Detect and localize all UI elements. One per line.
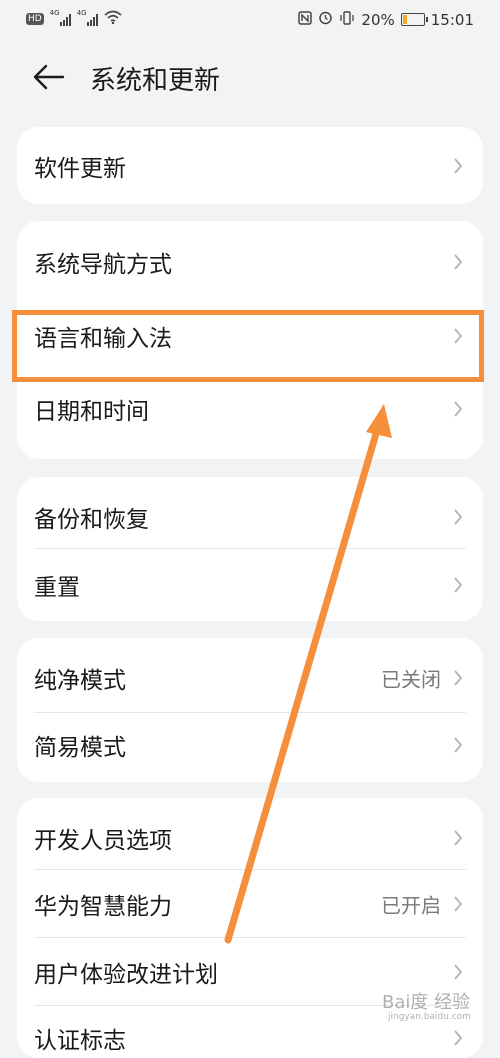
chevron-right-icon xyxy=(454,670,463,686)
signal-sim2-icon: 4G xyxy=(77,9,98,26)
settings-item-value: 已关闭 xyxy=(381,667,441,692)
chevron-right-icon xyxy=(454,401,463,417)
settings-item-reset[interactable]: 重置 xyxy=(17,549,483,621)
nfc-icon xyxy=(298,10,313,29)
settings-item-label: 认证标志 xyxy=(34,1028,126,1054)
wifi-icon xyxy=(104,10,122,28)
back-arrow-icon[interactable] xyxy=(32,62,66,92)
settings-item-label: 用户体验改进计划 xyxy=(34,962,218,988)
section-software-update: 软件更新 xyxy=(17,127,483,204)
chevron-right-icon xyxy=(454,577,463,593)
chevron-right-icon xyxy=(454,1030,463,1046)
alarm-icon xyxy=(318,10,333,29)
vibrate-icon xyxy=(339,10,355,29)
status-bar-right: 20% 15:01 xyxy=(298,10,474,29)
settings-item-date-time[interactable]: 日期和时间 xyxy=(17,369,483,459)
settings-item-developer-options[interactable]: 开发人员选项 xyxy=(17,798,483,870)
chevron-right-icon xyxy=(454,896,463,912)
watermark: Bai度 经验 jingyan.baidu.com xyxy=(382,988,492,1028)
settings-item-huawei-ai[interactable]: 华为智慧能力 已开启 xyxy=(17,870,483,938)
status-bar: HD 4G 4G 20% 15:01 xyxy=(0,0,500,38)
page-title: 系统和更新 xyxy=(90,66,221,96)
settings-item-pure-mode[interactable]: 纯净模式 已关闭 xyxy=(17,638,483,713)
settings-item-label: 备份和恢复 xyxy=(34,507,149,533)
header: 系统和更新 xyxy=(0,50,500,106)
chevron-right-icon xyxy=(454,737,463,753)
settings-item-backup-restore[interactable]: 备份和恢复 xyxy=(17,477,483,549)
status-bar-left: HD 4G 4G xyxy=(26,9,122,28)
chevron-right-icon xyxy=(454,254,463,270)
hd-badge: HD xyxy=(26,13,44,25)
chevron-right-icon xyxy=(454,509,463,525)
settings-item-label: 华为智慧能力 xyxy=(34,894,172,920)
watermark-logo: Bai度 经验 xyxy=(382,992,471,1013)
settings-item-label: 系统导航方式 xyxy=(34,252,172,278)
watermark-url: jingyan.baidu.com xyxy=(388,1012,472,1022)
settings-item-label: 纯净模式 xyxy=(34,668,126,694)
chevron-right-icon xyxy=(454,830,463,846)
battery-icon xyxy=(400,13,428,26)
settings-item-label: 软件更新 xyxy=(34,155,126,182)
settings-item-label: 开发人员选项 xyxy=(34,828,172,854)
chevron-right-icon xyxy=(454,964,463,980)
settings-item-label: 简易模式 xyxy=(34,735,126,761)
section-modes: 纯净模式 已关闭 简易模式 xyxy=(17,638,483,782)
settings-item-label: 重置 xyxy=(34,575,80,601)
settings-item-navigation[interactable]: 系统导航方式 xyxy=(17,221,483,303)
highlight-box xyxy=(12,310,484,382)
settings-item-label: 日期和时间 xyxy=(34,399,149,425)
settings-item-value: 已开启 xyxy=(381,893,441,918)
settings-item-simple-mode[interactable]: 简易模式 xyxy=(17,713,483,782)
battery-fill xyxy=(402,15,408,24)
section-backup-reset: 备份和恢复 重置 xyxy=(17,477,483,621)
clock: 15:01 xyxy=(430,10,474,29)
battery-percent: 20% xyxy=(361,10,395,29)
settings-item-software-update[interactable]: 软件更新 xyxy=(17,127,483,204)
chevron-right-icon xyxy=(454,157,463,174)
signal-sim1-icon: 4G xyxy=(50,9,71,26)
